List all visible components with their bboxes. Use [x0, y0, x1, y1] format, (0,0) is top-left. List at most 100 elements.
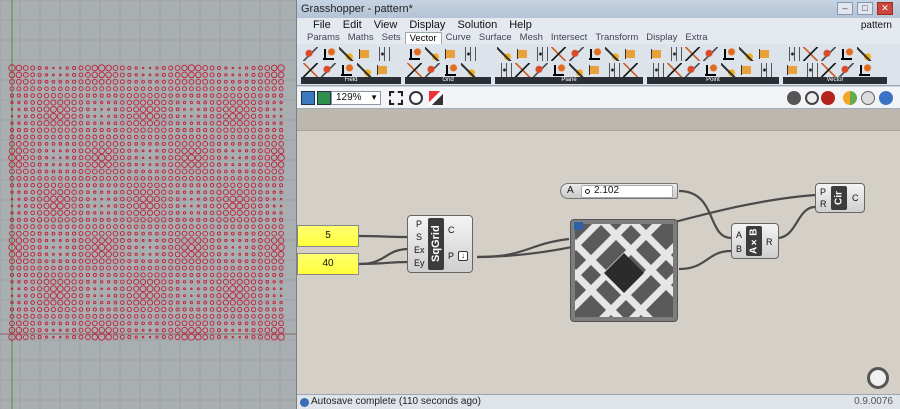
vector-component-icon[interactable]: [839, 47, 854, 61]
vector-component-icon[interactable]: [803, 47, 818, 61]
point-component-icon[interactable]: [739, 47, 754, 61]
sqgrid-component[interactable]: P S Ex Ey SqGrid C P ↓: [407, 215, 473, 273]
plane-component-icon[interactable]: [587, 47, 602, 61]
tab-transform[interactable]: Transform: [591, 32, 642, 44]
point-component-icon[interactable]: [703, 47, 718, 61]
tab-vector[interactable]: Vector: [404, 32, 442, 44]
point-component-icon[interactable]: [721, 63, 736, 77]
sqgrid-input-ex[interactable]: Ex: [414, 245, 425, 255]
image-sampler-preview[interactable]: [570, 219, 678, 322]
sqgrid-input-ey[interactable]: Ey: [414, 258, 425, 268]
zoom-extents-icon[interactable]: [389, 91, 403, 105]
grid-component-icon[interactable]: [443, 63, 458, 77]
multiply-input-b[interactable]: B: [736, 244, 742, 254]
plane-component-icon[interactable]: [587, 63, 602, 77]
plane-component-icon[interactable]: [551, 63, 566, 77]
plane-component-icon[interactable]: [605, 63, 620, 77]
vector-component-icon[interactable]: [857, 47, 872, 61]
multiply-output-r[interactable]: R: [766, 237, 773, 247]
plane-component-icon[interactable]: [533, 47, 548, 61]
point-component-icon[interactable]: [685, 47, 700, 61]
title-bar[interactable]: Grasshopper - pattern* – □ ✕: [297, 0, 900, 18]
field-component-icon[interactable]: [375, 47, 390, 61]
sqgrid-input-s[interactable]: S: [416, 232, 422, 242]
plane-component-icon[interactable]: [623, 47, 638, 61]
tab-extra[interactable]: Extra: [681, 32, 711, 44]
vector-component-icon[interactable]: [857, 63, 872, 77]
multiply-component[interactable]: A B A×B R: [731, 223, 779, 259]
sqgrid-output-c[interactable]: C: [448, 225, 455, 235]
point-component-icon[interactable]: [703, 63, 718, 77]
open-file-icon[interactable]: [301, 91, 315, 105]
vector-component-icon[interactable]: [785, 47, 800, 61]
sqgrid-input-p[interactable]: P: [416, 219, 422, 229]
plane-component-icon[interactable]: [533, 63, 548, 77]
vector-component-icon[interactable]: [839, 63, 854, 77]
field-component-icon[interactable]: [321, 63, 336, 77]
rhino-viewport[interactable]: [0, 0, 296, 409]
tab-params[interactable]: Params: [303, 32, 344, 44]
field-component-icon[interactable]: [357, 47, 372, 61]
tab-display[interactable]: Display: [642, 32, 681, 44]
circle-input-r[interactable]: R: [820, 199, 827, 209]
zoom-dropdown[interactable]: 129% ▼: [331, 91, 381, 105]
preview-mode-icon[interactable]: [843, 91, 857, 105]
tab-intersect[interactable]: Intersect: [547, 32, 591, 44]
close-button[interactable]: ✕: [877, 2, 893, 15]
field-component-icon[interactable]: [339, 63, 354, 77]
point-component-icon[interactable]: [721, 47, 736, 61]
grid-component-icon[interactable]: [461, 47, 476, 61]
field-component-icon[interactable]: [303, 47, 318, 61]
display-preview-icon[interactable]: [805, 91, 819, 105]
circle-output-c[interactable]: C: [852, 193, 859, 203]
grid-component-icon[interactable]: [443, 47, 458, 61]
slider-knob[interactable]: [585, 189, 590, 194]
grid-component-icon[interactable]: [407, 63, 422, 77]
grid-component-icon[interactable]: [425, 63, 440, 77]
preview-eye-icon[interactable]: [409, 91, 423, 105]
ribbon-label-field[interactable]: Field: [301, 77, 401, 84]
tab-surface[interactable]: Surface: [475, 32, 516, 44]
minimize-button[interactable]: –: [837, 2, 853, 15]
tab-sets[interactable]: Sets: [378, 32, 405, 44]
plane-component-icon[interactable]: [551, 47, 566, 61]
menu-solution[interactable]: Solution: [451, 18, 503, 32]
vector-component-icon[interactable]: [821, 63, 836, 77]
plane-component-icon[interactable]: [515, 47, 530, 61]
menu-help[interactable]: Help: [503, 18, 538, 32]
display-wire-icon[interactable]: [787, 91, 801, 105]
mesh-settings-icon[interactable]: [861, 91, 875, 105]
plane-component-icon[interactable]: [497, 47, 512, 61]
grid-component-icon[interactable]: [461, 63, 476, 77]
circle-input-p[interactable]: P: [820, 187, 826, 197]
ribbon-label-plane[interactable]: Plane: [495, 77, 643, 84]
vector-component-icon[interactable]: [821, 47, 836, 61]
point-component-icon[interactable]: [685, 63, 700, 77]
menu-file[interactable]: File: [307, 18, 337, 32]
maximize-button[interactable]: □: [857, 2, 873, 15]
number-panel-5[interactable]: 5: [297, 225, 359, 247]
point-component-icon[interactable]: [649, 63, 664, 77]
point-component-icon[interactable]: [667, 47, 682, 61]
plane-component-icon[interactable]: [569, 63, 584, 77]
plane-component-icon[interactable]: [605, 47, 620, 61]
field-component-icon[interactable]: [375, 63, 390, 77]
circle-component[interactable]: P R Cir C: [815, 183, 865, 213]
sqgrid-output-p[interactable]: P: [448, 251, 454, 261]
tab-curve[interactable]: Curve: [442, 32, 475, 44]
field-component-icon[interactable]: [303, 63, 318, 77]
ribbon-label-vector[interactable]: Vector: [783, 77, 887, 84]
vector-component-icon[interactable]: [785, 63, 800, 77]
field-component-icon[interactable]: [357, 63, 372, 77]
plane-component-icon[interactable]: [623, 63, 638, 77]
number-panel-40[interactable]: 40: [297, 253, 359, 275]
point-component-icon[interactable]: [757, 47, 772, 61]
ribbon-label-grid[interactable]: Grid: [405, 77, 491, 84]
plane-component-icon[interactable]: [515, 63, 530, 77]
plane-component-icon[interactable]: [497, 63, 512, 77]
menu-display[interactable]: Display: [403, 18, 451, 32]
tab-mesh[interactable]: Mesh: [516, 32, 547, 44]
menu-view[interactable]: View: [368, 18, 404, 32]
multiply-input-a[interactable]: A: [736, 230, 742, 240]
point-component-icon[interactable]: [649, 47, 664, 61]
